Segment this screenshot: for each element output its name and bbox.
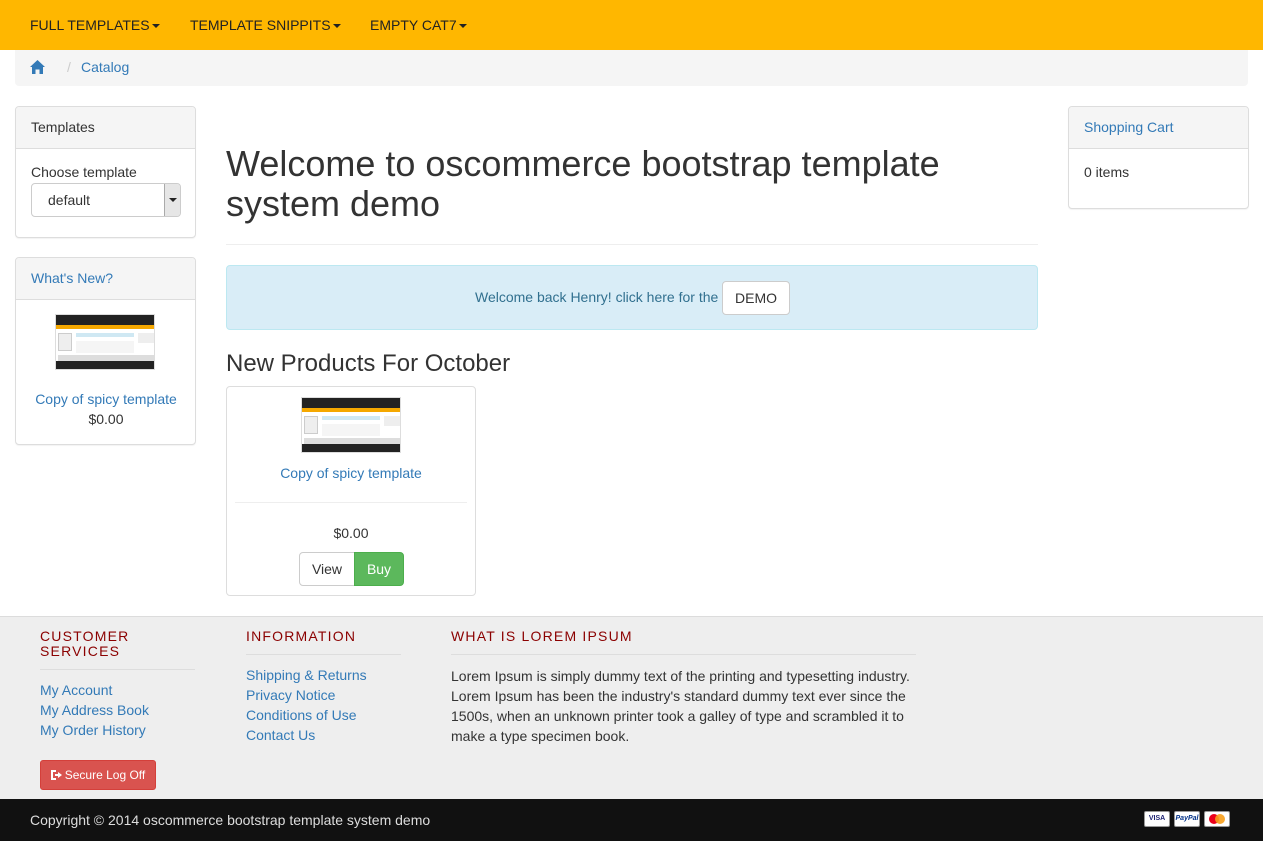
nav-empty-cat7[interactable]: EMPTY CAT7 xyxy=(370,0,467,50)
mastercard-icon xyxy=(1204,811,1230,827)
welcome-alert-text: Welcome back Henry! click here for the xyxy=(475,289,719,305)
title-divider xyxy=(226,244,1038,245)
top-navbar: FULL TEMPLATES TEMPLATE SNIPPITS EMPTY C… xyxy=(0,0,1263,50)
caret-down-icon xyxy=(458,24,467,29)
home-icon[interactable] xyxy=(30,60,45,74)
customer-services-heading: CUSTOMER SERVICES xyxy=(40,629,129,659)
template-select[interactable]: default xyxy=(31,183,181,217)
template-select-value: default xyxy=(48,192,91,208)
page-title: Welcome to oscommerce bootstrap template… xyxy=(226,144,1038,224)
customer-services-heading-line2: SERVICES xyxy=(40,643,121,659)
shopping-cart-title-wrap: Shopping Cart xyxy=(1069,107,1248,149)
select-dropdown-button[interactable] xyxy=(164,184,180,216)
shipping-returns-link[interactable]: Shipping & Returns xyxy=(246,665,367,685)
welcome-alert: Welcome back Henry! click here for the D… xyxy=(226,265,1038,330)
mastercard-circles xyxy=(1209,814,1225,824)
footer: CUSTOMER SERVICES My Account My Address … xyxy=(0,616,1263,799)
new-products-title: New Products For October xyxy=(226,350,511,377)
card-divider xyxy=(235,502,467,503)
footer-divider xyxy=(246,654,401,655)
whats-new-panel: What's New? Copy of spicy template $0.00 xyxy=(15,257,196,445)
buy-button[interactable]: Buy xyxy=(354,552,404,586)
product-thumbnail[interactable] xyxy=(301,397,401,453)
templates-panel-title: Templates xyxy=(16,107,195,149)
product-price: $0.00 xyxy=(333,525,369,541)
product-card: Copy of spicy template $0.00 View Buy xyxy=(226,386,476,596)
page-title-line2: system demo xyxy=(226,183,441,224)
breadcrumb: / Catalog xyxy=(15,50,1248,86)
product-button-group: View Buy xyxy=(299,552,404,586)
view-button[interactable]: View xyxy=(299,552,355,586)
contact-us-link[interactable]: Contact Us xyxy=(246,725,315,745)
privacy-notice-link[interactable]: Privacy Notice xyxy=(246,685,335,705)
caret-down-icon xyxy=(151,24,160,29)
demo-button[interactable]: DEMO xyxy=(722,281,790,315)
visa-icon: VISA xyxy=(1144,811,1170,827)
choose-template-label: Choose template xyxy=(31,164,137,180)
nav-template-snippits-label: TEMPLATE SNIPPITS xyxy=(190,17,331,33)
paypal-icon: PayPal xyxy=(1174,811,1200,827)
my-account-link[interactable]: My Account xyxy=(40,680,112,700)
templates-panel: Templates Choose template default xyxy=(15,106,196,238)
nav-empty-cat7-label: EMPTY CAT7 xyxy=(370,17,457,33)
secure-log-off-button[interactable]: Secure Log Off xyxy=(40,760,156,790)
shopping-cart-panel: Shopping Cart 0 items xyxy=(1068,106,1249,209)
copyright-text: Copyright © 2014 oscommerce bootstrap te… xyxy=(30,812,431,828)
lorem-ipsum-heading: WHAT IS LOREM IPSUM xyxy=(451,628,633,644)
caret-down-icon xyxy=(169,198,177,202)
footer-divider xyxy=(40,669,195,670)
whats-new-product-link[interactable]: Copy of spicy template xyxy=(16,391,196,407)
conditions-of-use-link[interactable]: Conditions of Use xyxy=(246,705,357,725)
whats-new-product-price: $0.00 xyxy=(88,411,124,427)
customer-services-heading-line1: CUSTOMER xyxy=(40,628,130,644)
product-name-link[interactable]: Copy of spicy template xyxy=(261,465,441,481)
lorem-ipsum-text: Lorem Ipsum is simply dummy text of the … xyxy=(451,668,910,744)
product-thumbnail[interactable] xyxy=(55,314,155,370)
caret-down-icon xyxy=(332,24,341,29)
page-title-line1: Welcome to oscommerce bootstrap template xyxy=(226,143,940,184)
copyright-bar: Copyright © 2014 oscommerce bootstrap te… xyxy=(0,799,1263,841)
information-heading: INFORMATION xyxy=(246,628,357,644)
nav-template-snippits[interactable]: TEMPLATE SNIPPITS xyxy=(190,0,341,50)
secure-log-off-label: Secure Log Off xyxy=(64,768,146,782)
footer-divider xyxy=(451,654,916,655)
my-order-history-link[interactable]: My Order History xyxy=(40,720,146,740)
whats-new-title-link[interactable]: What's New? xyxy=(31,270,113,286)
breadcrumb-catalog-link[interactable]: Catalog xyxy=(81,59,129,75)
shopping-cart-title-link[interactable]: Shopping Cart xyxy=(1084,119,1174,135)
sign-out-icon xyxy=(50,770,62,780)
my-address-book-link[interactable]: My Address Book xyxy=(40,700,149,720)
cart-items-count: 0 items xyxy=(1084,164,1130,180)
breadcrumb-separator: / xyxy=(67,59,71,75)
whats-new-title-wrap: What's New? xyxy=(16,258,195,300)
nav-full-templates-label: FULL TEMPLATES xyxy=(30,17,150,33)
nav-full-templates[interactable]: FULL TEMPLATES xyxy=(30,0,160,50)
